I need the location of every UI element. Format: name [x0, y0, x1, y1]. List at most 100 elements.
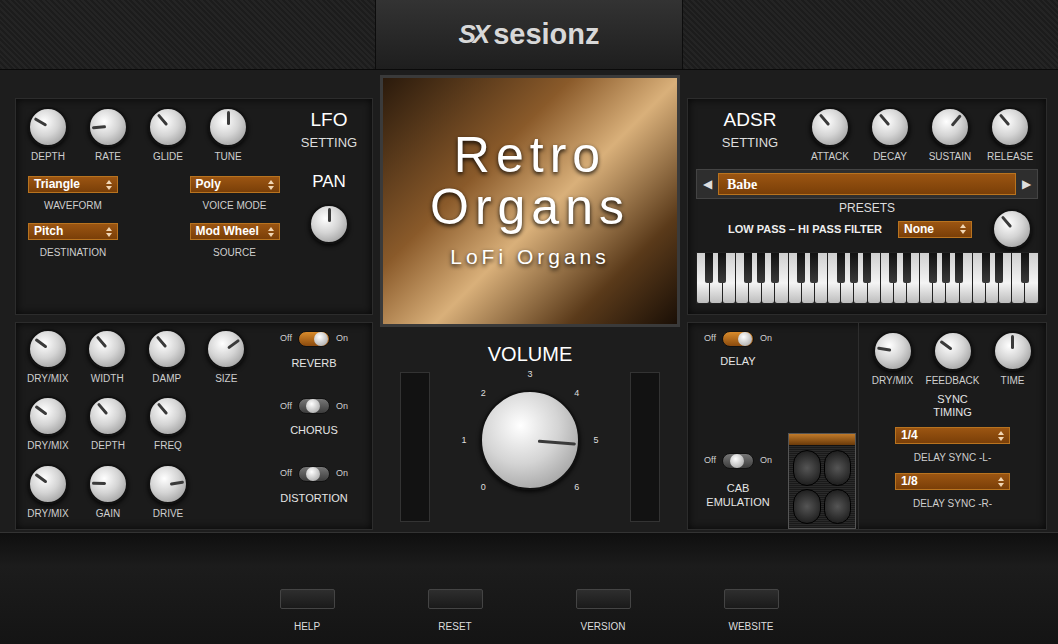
knob-control: DRY/MIX — [18, 396, 78, 461]
black-key[interactable] — [903, 253, 911, 283]
knob[interactable] — [87, 329, 127, 369]
footer-button[interactable]: VERSION — [576, 589, 631, 644]
black-key[interactable] — [982, 253, 990, 283]
knob-label: TIME — [1001, 375, 1025, 387]
sync-label: SYNC — [937, 393, 968, 406]
dropdown[interactable]: None — [898, 221, 972, 238]
knob[interactable] — [28, 464, 68, 504]
cab-label: CAB — [727, 481, 750, 495]
knob[interactable] — [88, 396, 128, 436]
dropdown[interactable]: 1/8 — [895, 473, 1010, 490]
toggle-switch[interactable] — [722, 453, 754, 469]
knob[interactable] — [88, 464, 128, 504]
black-key[interactable] — [718, 253, 726, 283]
toggle: OffOn — [704, 453, 772, 469]
toggle-on-label: On — [760, 332, 772, 346]
black-key[interactable] — [863, 253, 871, 283]
toggle-switch[interactable] — [722, 331, 754, 347]
toggle-switch[interactable] — [298, 466, 330, 482]
updown-icon — [960, 224, 966, 234]
black-key[interactable] — [757, 253, 765, 283]
volume-dial: 0123456 — [455, 368, 605, 508]
knob-label: FEEDBACK — [926, 375, 980, 387]
preset-next[interactable]: ▶ — [1022, 175, 1031, 193]
dropdown[interactable]: Mod Wheel — [190, 223, 280, 240]
knob-label: GLIDE — [153, 151, 183, 163]
adsr-panel: ADSRSETTINGATTACKDECAYSUSTAINRELEASE◀Bab… — [687, 98, 1047, 315]
footer-button[interactable]: HELP — [280, 589, 335, 644]
black-key[interactable] — [744, 253, 752, 283]
knob[interactable] — [930, 107, 970, 147]
knob[interactable] — [873, 331, 913, 371]
preset-field[interactable]: Babe — [718, 173, 1016, 195]
knob-control: DRY/MIX — [863, 331, 923, 387]
black-key[interactable] — [942, 253, 950, 283]
black-key[interactable] — [955, 253, 963, 283]
knob[interactable] — [148, 464, 188, 504]
knob[interactable] — [148, 107, 188, 147]
black-key[interactable] — [810, 253, 818, 283]
toggle-switch[interactable] — [298, 331, 330, 347]
black-key[interactable] — [771, 253, 779, 283]
knob[interactable] — [993, 331, 1033, 371]
black-key[interactable] — [705, 253, 713, 283]
black-key[interactable] — [889, 253, 897, 283]
filter-label: LOW PASS – HI PASS FILTER — [728, 221, 882, 238]
delay-panel: OffOnDELAYOffOnCABEMULATIONDRY/MIXFEEDBA… — [687, 322, 1047, 530]
toggle-switch[interactable] — [298, 398, 330, 414]
knob-label: ATTACK — [811, 151, 849, 163]
toggle-on-label: On — [760, 454, 772, 468]
knob[interactable] — [810, 107, 850, 147]
lfo-title: LFO — [311, 109, 348, 131]
volume-knob[interactable] — [480, 390, 580, 490]
dial-tick: 1 — [458, 434, 470, 448]
knob-label: WIDTH — [91, 373, 124, 385]
knob[interactable] — [933, 331, 973, 371]
dropdown[interactable]: 1/4 — [895, 427, 1010, 444]
knob[interactable] — [990, 107, 1030, 147]
black-key[interactable] — [797, 253, 805, 283]
preset-prev[interactable]: ◀ — [703, 175, 712, 193]
black-key[interactable] — [850, 253, 858, 283]
knob[interactable] — [870, 107, 910, 147]
footer-button[interactable]: WEBSITE — [724, 589, 779, 644]
cover-title: Organs — [430, 181, 630, 233]
knob[interactable] — [148, 396, 188, 436]
dial-tick: 0 — [477, 481, 489, 495]
cover-title: Retro — [454, 129, 606, 181]
plugin-window: SXsesionzDEPTHRATEGLIDETUNETriangleWAVEF… — [0, 0, 1058, 644]
updown-icon — [998, 477, 1004, 487]
toggle: OffOn — [280, 466, 348, 482]
dropdown[interactable]: Triangle — [28, 176, 118, 193]
black-key[interactable] — [995, 253, 1003, 283]
knob-label: DRY/MIX — [27, 373, 69, 385]
knob-control: FEEDBACK — [923, 331, 983, 387]
knob[interactable] — [28, 396, 68, 436]
pan-label: PAN — [312, 169, 346, 195]
knob-label: DRY/MIX — [27, 440, 69, 452]
dropdown-value: Pitch — [34, 224, 63, 239]
updown-icon — [268, 180, 274, 190]
adsr-title: ADSR — [724, 109, 777, 131]
knob[interactable] — [206, 329, 246, 369]
effects-panel: DRY/MIXWIDTHDAMPSIZEOffOnREVERBDRY/MIXDE… — [15, 322, 373, 530]
select-label: DESTINATION — [40, 245, 106, 260]
dropdown[interactable]: Poly — [190, 176, 280, 193]
pan-knob[interactable] — [309, 204, 349, 244]
dropdown-value: Mod Wheel — [196, 224, 259, 239]
dropdown[interactable]: Pitch — [28, 223, 118, 240]
knob[interactable] — [208, 107, 248, 147]
black-key[interactable] — [929, 253, 937, 283]
black-key[interactable] — [837, 253, 845, 283]
knob[interactable] — [28, 107, 68, 147]
knob-control: ATTACK — [800, 107, 860, 163]
knob-label: DAMP — [152, 373, 181, 385]
black-key[interactable] — [1021, 253, 1029, 283]
knob[interactable] — [147, 329, 187, 369]
knob-label: SIZE — [215, 373, 237, 385]
knob[interactable] — [88, 107, 128, 147]
knob[interactable] — [28, 329, 68, 369]
footer-button[interactable]: RESET — [428, 589, 483, 644]
filter-knob[interactable] — [992, 209, 1032, 249]
dial-tick: 2 — [477, 387, 489, 401]
